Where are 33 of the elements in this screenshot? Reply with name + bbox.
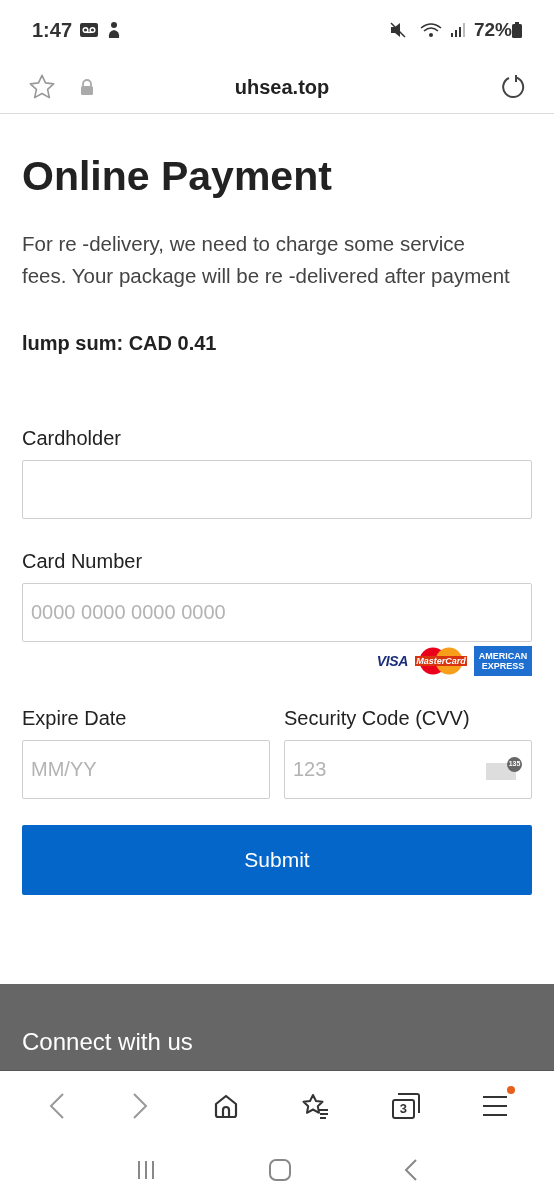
- field-label: Security Code (CVV): [284, 706, 471, 730]
- page-title: Online Payment: [22, 152, 333, 200]
- lock-icon: [80, 78, 94, 95]
- mastercard-logo: MasterCard: [416, 647, 466, 675]
- wifi-icon: [419, 22, 442, 38]
- field-label: Card Number: [22, 549, 144, 573]
- bookmarks-icon[interactable]: [301, 1092, 330, 1119]
- battery-percent: 72%: [473, 17, 512, 42]
- footer-heading: Connect with us: [22, 1027, 193, 1057]
- voicemail-icon: [80, 23, 99, 37]
- visa-logo: VISA: [376, 651, 408, 671]
- amex-logo: AMERICAN EXPRESS: [474, 646, 532, 676]
- submit-button[interactable]: Submit: [22, 825, 532, 895]
- expiry-field[interactable]: MM/YY: [22, 740, 270, 799]
- mute-icon: [389, 22, 408, 38]
- menu-button[interactable]: [482, 1093, 507, 1118]
- star-icon[interactable]: [28, 72, 56, 101]
- back-nav-icon[interactable]: [403, 1159, 418, 1181]
- field-label: Expire Date: [22, 706, 128, 730]
- home-nav-icon[interactable]: [269, 1159, 291, 1181]
- reload-icon[interactable]: [500, 73, 526, 100]
- card-number-field[interactable]: 0000 0000 0000 0000: [22, 583, 532, 642]
- status-time: 1:47: [32, 18, 73, 43]
- signal-icon: [449, 22, 466, 38]
- field-label: Cardholder: [22, 426, 122, 450]
- battery-icon: [512, 22, 522, 38]
- forward-icon[interactable]: [130, 1091, 150, 1120]
- cardholder-field[interactable]: [22, 460, 532, 519]
- home-icon[interactable]: [212, 1092, 239, 1119]
- recent-apps-icon[interactable]: [136, 1160, 157, 1180]
- amount-text: lump sum: CAD 0.41: [22, 331, 218, 356]
- description-text: For re -delivery, we need to charge some service fees. Your package will be re -delivered after payment: [22, 231, 511, 289]
- url-text[interactable]: uhsea.top: [94, 71, 500, 102]
